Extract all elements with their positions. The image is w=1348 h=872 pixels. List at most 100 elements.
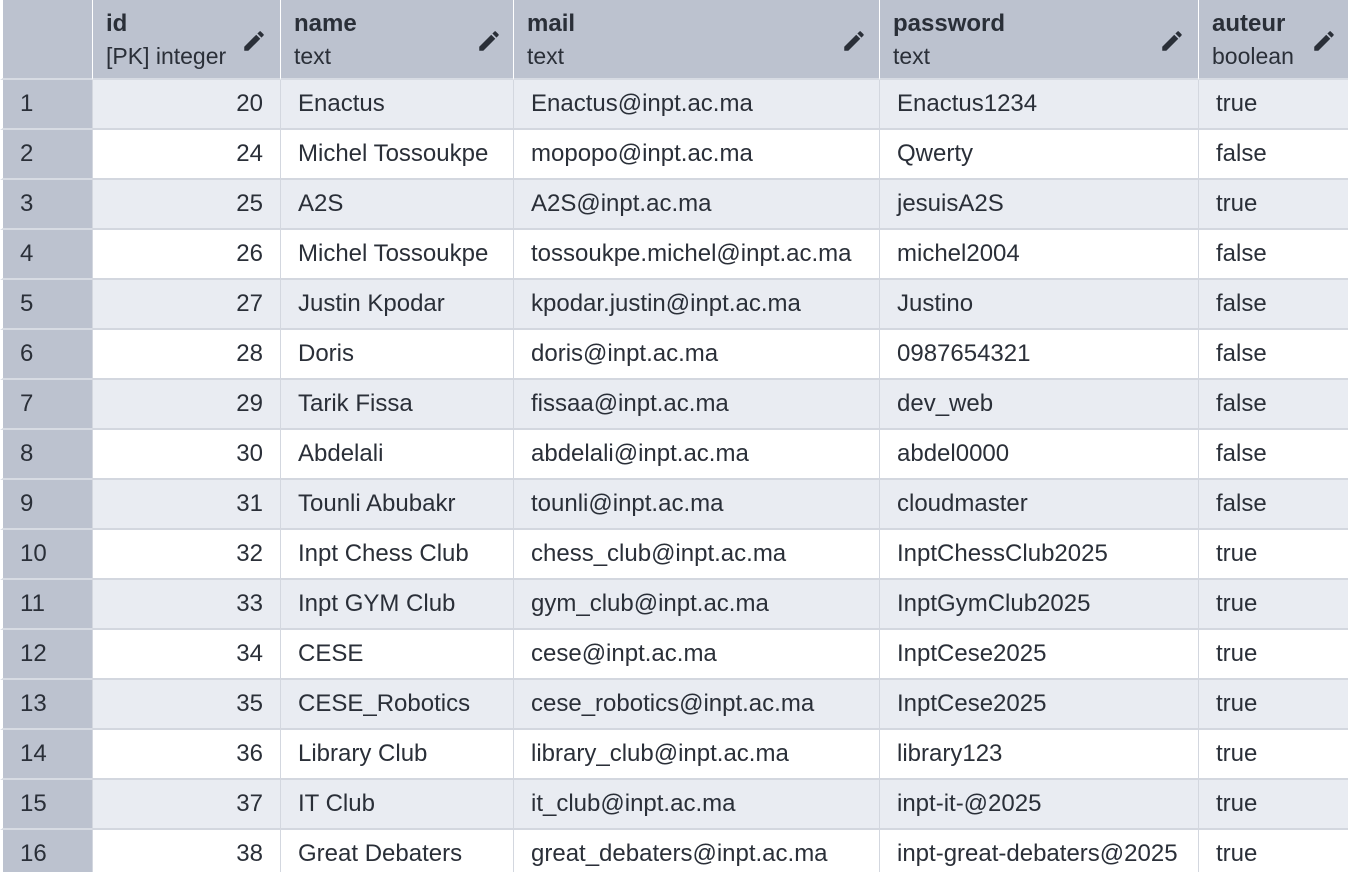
cell-name[interactable]: CESE (280, 630, 513, 680)
cell-password[interactable]: inpt-great-debaters@2025 (879, 830, 1198, 872)
column-header-2[interactable]: mail text (513, 0, 879, 80)
cell-name[interactable]: IT Club (280, 780, 513, 830)
cell-name[interactable]: Doris (280, 330, 513, 380)
table-row[interactable]: 12 34 CESE cese@inpt.ac.ma InptCese2025 true (0, 630, 1348, 680)
cell-auteur[interactable]: false (1198, 130, 1348, 180)
row-number[interactable]: 12 (0, 630, 92, 680)
row-number[interactable]: 8 (0, 430, 92, 480)
table-row[interactable]: 2 24 Michel Tossoukpe mopopo@inpt.ac.ma Qwer… (0, 130, 1348, 180)
table-row[interactable]: 13 35 CESE_Robotics cese_robotics@inpt.ac.m… (0, 680, 1348, 730)
cell-mail[interactable]: tounli@inpt.ac.ma (513, 480, 879, 530)
cell-name[interactable]: A2S (280, 180, 513, 230)
cell-mail[interactable]: mopopo@inpt.ac.ma (513, 130, 879, 180)
row-number[interactable]: 6 (0, 330, 92, 380)
cell-auteur[interactable]: false (1198, 380, 1348, 430)
cell-mail[interactable]: abdelali@inpt.ac.ma (513, 430, 879, 480)
cell-auteur[interactable]: true (1198, 680, 1348, 730)
cell-name[interactable]: Inpt GYM Club (280, 580, 513, 630)
cell-name[interactable]: Michel Tossoukpe (280, 130, 513, 180)
cell-id[interactable]: 31 (92, 480, 280, 530)
cell-mail[interactable]: doris@inpt.ac.ma (513, 330, 879, 380)
cell-mail[interactable]: kpodar.justin@inpt.ac.ma (513, 280, 879, 330)
row-number[interactable]: 3 (0, 180, 92, 230)
cell-password[interactable]: jesuisA2S (879, 180, 1198, 230)
cell-password[interactable]: cloudmaster (879, 480, 1198, 530)
table-row[interactable]: 3 25 A2S A2S@inpt.ac.ma jesuisA2S true (0, 180, 1348, 230)
cell-id[interactable]: 26 (92, 230, 280, 280)
cell-id[interactable]: 34 (92, 630, 280, 680)
column-header-4[interactable]: auteur boolean (1198, 0, 1348, 80)
row-number[interactable]: 14 (0, 730, 92, 780)
edit-pencil-icon[interactable] (1311, 28, 1337, 54)
cell-mail[interactable]: tossoukpe.michel@inpt.ac.ma (513, 230, 879, 280)
row-number[interactable]: 5 (0, 280, 92, 330)
cell-mail[interactable]: library_club@inpt.ac.ma (513, 730, 879, 780)
cell-password[interactable]: dev_web (879, 380, 1198, 430)
cell-name[interactable]: Michel Tossoukpe (280, 230, 513, 280)
table-row[interactable]: 15 37 IT Club it_club@inpt.ac.ma inpt-it-@20… (0, 780, 1348, 830)
cell-name[interactable]: Tounli Abubakr (280, 480, 513, 530)
cell-auteur[interactable]: true (1198, 780, 1348, 830)
cell-mail[interactable]: it_club@inpt.ac.ma (513, 780, 879, 830)
table-row[interactable]: 8 30 Abdelali abdelali@inpt.ac.ma abdel0000 f… (0, 430, 1348, 480)
cell-name[interactable]: Inpt Chess Club (280, 530, 513, 580)
table-row[interactable]: 16 38 Great Debaters great_debaters@inpt.ac… (0, 830, 1348, 872)
row-number[interactable]: 4 (0, 230, 92, 280)
table-row[interactable]: 5 27 Justin Kpodar kpodar.justin@inpt.ac.ma… (0, 280, 1348, 330)
cell-id[interactable]: 20 (92, 80, 280, 130)
cell-auteur[interactable]: false (1198, 480, 1348, 530)
cell-password[interactable]: 0987654321 (879, 330, 1198, 380)
column-header-1[interactable]: name text (280, 0, 513, 80)
cell-mail[interactable]: Enactus@inpt.ac.ma (513, 80, 879, 130)
cell-auteur[interactable]: false (1198, 430, 1348, 480)
cell-password[interactable]: Enactus1234 (879, 80, 1198, 130)
cell-name[interactable]: Tarik Fissa (280, 380, 513, 430)
edit-pencil-icon[interactable] (1159, 28, 1185, 54)
table-row[interactable]: 6 28 Doris doris@inpt.ac.ma 0987654321 false (0, 330, 1348, 380)
cell-mail[interactable]: A2S@inpt.ac.ma (513, 180, 879, 230)
cell-name[interactable]: Justin Kpodar (280, 280, 513, 330)
row-number[interactable]: 7 (0, 380, 92, 430)
cell-name[interactable]: CESE_Robotics (280, 680, 513, 730)
cell-auteur[interactable]: true (1198, 80, 1348, 130)
table-row[interactable]: 11 33 Inpt GYM Club gym_club@inpt.ac.ma Inpt… (0, 580, 1348, 630)
cell-name[interactable]: Great Debaters (280, 830, 513, 872)
row-number[interactable]: 9 (0, 480, 92, 530)
cell-password[interactable]: InptGymClub2025 (879, 580, 1198, 630)
cell-password[interactable]: abdel0000 (879, 430, 1198, 480)
cell-password[interactable]: InptCese2025 (879, 630, 1198, 680)
cell-id[interactable]: 32 (92, 530, 280, 580)
column-header-0[interactable]: id [PK] integer (92, 0, 280, 80)
cell-id[interactable]: 36 (92, 730, 280, 780)
cell-auteur[interactable]: true (1198, 830, 1348, 872)
cell-auteur[interactable]: true (1198, 630, 1348, 680)
table-row[interactable]: 14 36 Library Club library_club@inpt.ac.ma l… (0, 730, 1348, 780)
table-row[interactable]: 7 29 Tarik Fissa fissaa@inpt.ac.ma dev_web fa… (0, 380, 1348, 430)
cell-id[interactable]: 33 (92, 580, 280, 630)
cell-password[interactable]: InptChessClub2025 (879, 530, 1198, 580)
cell-id[interactable]: 27 (92, 280, 280, 330)
row-number[interactable]: 2 (0, 130, 92, 180)
table-row[interactable]: 9 31 Tounli Abubakr tounli@inpt.ac.ma cloudm… (0, 480, 1348, 530)
cell-name[interactable]: Abdelali (280, 430, 513, 480)
cell-password[interactable]: Justino (879, 280, 1198, 330)
cell-id[interactable]: 37 (92, 780, 280, 830)
header-corner[interactable] (0, 0, 92, 80)
edit-pencil-icon[interactable] (476, 28, 502, 54)
table-row[interactable]: 4 26 Michel Tossoukpe tossoukpe.michel@inpt… (0, 230, 1348, 280)
row-number[interactable]: 15 (0, 780, 92, 830)
cell-password[interactable]: Qwerty (879, 130, 1198, 180)
cell-mail[interactable]: great_debaters@inpt.ac.ma (513, 830, 879, 872)
column-header-3[interactable]: password text (879, 0, 1198, 80)
cell-password[interactable]: inpt-it-@2025 (879, 780, 1198, 830)
row-number[interactable]: 13 (0, 680, 92, 730)
row-number[interactable]: 11 (0, 580, 92, 630)
cell-mail[interactable]: cese@inpt.ac.ma (513, 630, 879, 680)
cell-auteur[interactable]: false (1198, 330, 1348, 380)
cell-id[interactable]: 29 (92, 380, 280, 430)
cell-password[interactable]: michel2004 (879, 230, 1198, 280)
cell-auteur[interactable]: false (1198, 280, 1348, 330)
cell-mail[interactable]: fissaa@inpt.ac.ma (513, 380, 879, 430)
cell-id[interactable]: 38 (92, 830, 280, 872)
cell-name[interactable]: Library Club (280, 730, 513, 780)
